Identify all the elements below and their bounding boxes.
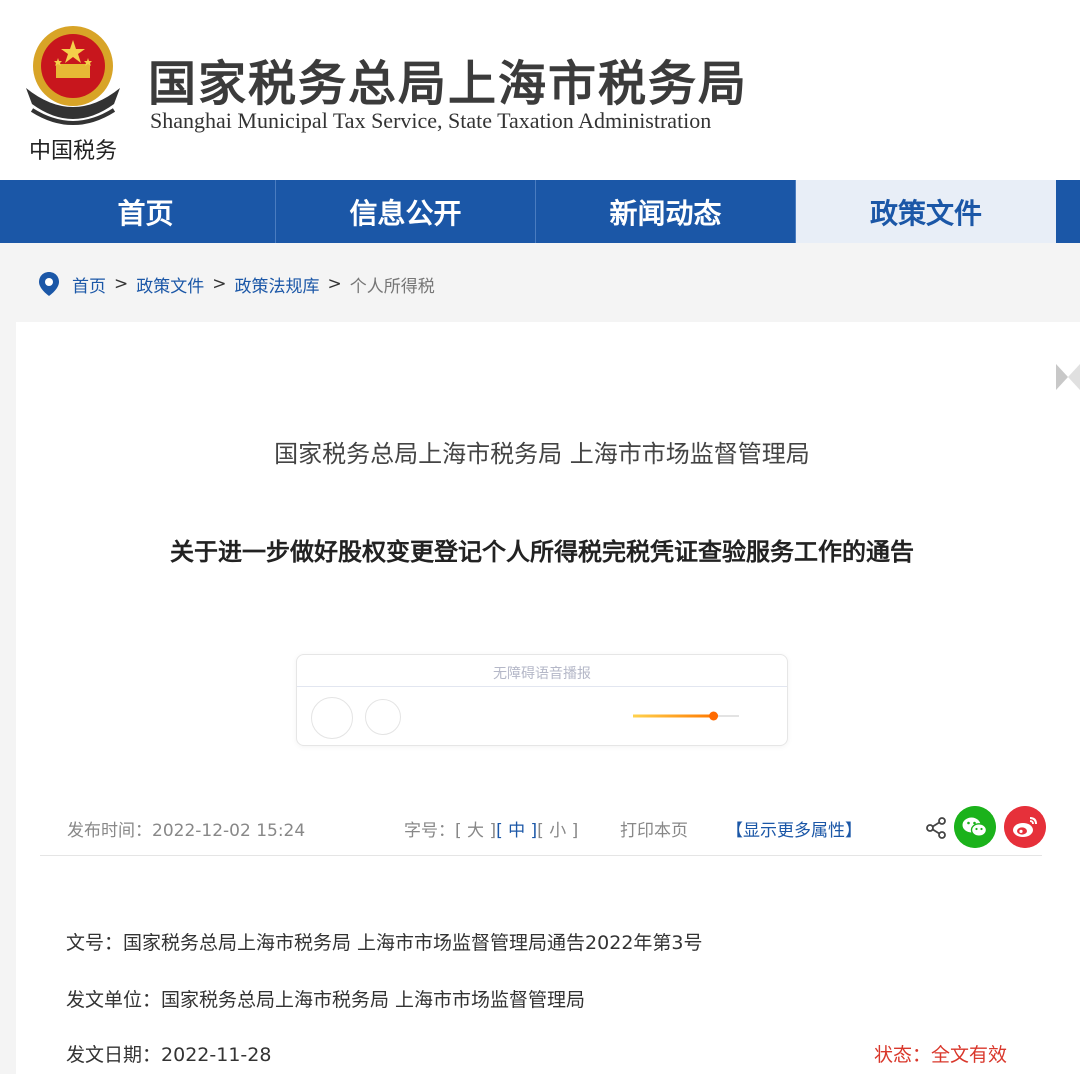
document-status-value: 全文有效 xyxy=(931,1044,1008,1066)
volume-slider-fill xyxy=(633,714,714,718)
audio-player-divider xyxy=(297,686,787,687)
share-icon[interactable] xyxy=(924,816,948,840)
publish-time: 2022-12-02 15:24 xyxy=(152,821,306,841)
nav-item-info-disclosure[interactable]: 信息公开 xyxy=(276,180,536,243)
issuing-unit-label: 发文单位： xyxy=(66,989,162,1011)
document-number-label: 文号： xyxy=(66,932,124,954)
article-title: 关于进一步做好股权变更登记个人所得税完税凭证查验服务工作的通告 xyxy=(170,538,914,566)
site-header: 中国税务 国家税务总局上海市税务局 Shanghai Municipal Tax… xyxy=(0,0,1080,180)
document-number-row: 文号：国家税务总局上海市税务局 上海市市场监督管理局通告2022年第3号 xyxy=(66,928,703,955)
publish-label: 发布时间： xyxy=(67,821,152,841)
article-issuer: 国家税务总局上海市税务局 上海市市场监督管理局 xyxy=(274,440,810,468)
show-more-attributes-button[interactable]: 【显示更多属性】 xyxy=(726,816,862,841)
font-size-small[interactable]: [ 小 ] xyxy=(537,821,578,841)
site-subtitle: Shanghai Municipal Tax Service, State Ta… xyxy=(150,108,712,133)
nav-item-news[interactable]: 新闻动态 xyxy=(536,180,796,243)
accessibility-audio-player: 无障碍语音播报 xyxy=(296,654,788,746)
nav-edge-right xyxy=(1056,180,1080,243)
volume-slider[interactable] xyxy=(633,711,739,721)
national-emblem-logo[interactable]: 中国税务 xyxy=(18,18,128,168)
issuing-unit-row: 发文单位：国家税务总局上海市税务局 上海市市场监督管理局 xyxy=(66,985,585,1012)
weibo-share-icon[interactable] xyxy=(1004,806,1046,848)
font-size-large[interactable]: [ 大 ] xyxy=(455,821,496,841)
issue-date: 2022-11-28 xyxy=(161,1044,272,1066)
breadcrumb-link-home[interactable]: 首页 xyxy=(72,272,106,297)
side-collapse-arrow-icon[interactable] xyxy=(1054,362,1080,392)
breadcrumb-current: 个人所得税 xyxy=(349,276,435,297)
breadcrumb-link-policy-documents[interactable]: 政策文件 xyxy=(136,272,204,297)
site-title: 国家税务总局上海市税务局 xyxy=(148,56,749,112)
breadcrumb-separator: > xyxy=(327,274,342,294)
nav-edge-left xyxy=(0,180,16,243)
issue-date-row: 发文日期：2022-11-28 xyxy=(66,1040,271,1067)
stop-button[interactable] xyxy=(365,699,401,735)
document-status-label: 状态： xyxy=(874,1044,932,1066)
print-page-button[interactable]: 打印本页 xyxy=(620,816,688,841)
nav-item-home[interactable]: 首页 xyxy=(16,180,276,243)
main-nav: 首页 信息公开 新闻动态 政策文件 xyxy=(0,180,1080,243)
location-pin-icon xyxy=(39,272,59,296)
nav-item-policy-documents[interactable]: 政策文件 xyxy=(796,180,1056,243)
article-meta-bar: 发布时间：2022-12-02 15:24 字号：[ 大 ][ 中 ][ 小 ]… xyxy=(40,804,1046,856)
issuing-unit: 国家税务总局上海市税务局 上海市市场监督管理局 xyxy=(161,989,586,1011)
font-size-switcher: 字号：[ 大 ][ 中 ][ 小 ] xyxy=(404,816,578,841)
breadcrumb-separator: > xyxy=(212,274,227,294)
breadcrumb: 首页 > 政策文件 > 政策法规库 > 个人所得税 xyxy=(38,268,435,300)
font-size-medium[interactable]: [ 中 ] xyxy=(496,821,537,841)
volume-slider-handle[interactable] xyxy=(709,711,719,721)
breadcrumb-separator: > xyxy=(114,274,129,294)
issue-date-label: 发文日期： xyxy=(66,1044,162,1066)
wechat-share-icon[interactable] xyxy=(954,806,996,848)
publish-info: 发布时间：2022-12-02 15:24 xyxy=(67,816,305,841)
audio-player-label: 无障碍语音播报 xyxy=(493,666,591,682)
play-button[interactable] xyxy=(311,697,353,739)
emblem-caption: 中国税务 xyxy=(29,139,117,164)
breadcrumb-link-policy-library[interactable]: 政策法规库 xyxy=(235,272,320,297)
document-number: 国家税务总局上海市税务局 上海市市场监督管理局通告2022年第3号 xyxy=(123,932,703,954)
document-status: 状态：全文有效 xyxy=(874,1040,1007,1067)
font-size-label: 字号： xyxy=(404,821,455,841)
